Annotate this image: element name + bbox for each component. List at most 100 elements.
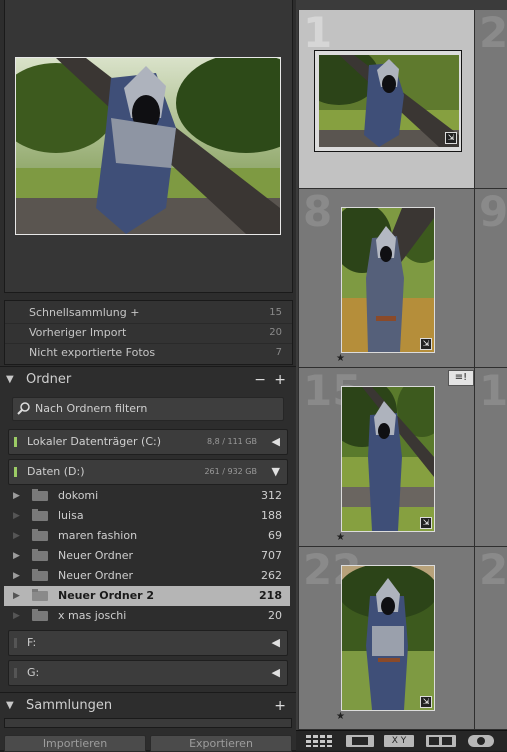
expand-triangle-icon: ▶ — [13, 531, 20, 541]
folder-icon — [32, 549, 48, 561]
folder-row[interactable]: ▶ Neuer Ordner 262 — [4, 566, 290, 586]
folder-row[interactable]: ▶ x mas joschi 20 — [4, 606, 290, 626]
photo-grid: 1 ⇲ 2 8 ⇲ ★ 9 15 ⇲ ★ 1 22 ⇲ ★ 2 ≡! — [296, 0, 507, 750]
thumbnail[interactable] — [341, 565, 435, 711]
expand-triangle-icon: ▶ — [13, 511, 20, 521]
catalog-item-previous-import[interactable]: Vorheriger Import 20 — [5, 323, 292, 344]
expand-triangle-icon: ▶ — [13, 591, 20, 601]
folder-count: 707 — [261, 549, 282, 562]
expand-triangle-icon[interactable]: ▶ — [13, 486, 20, 506]
catalog-item-count: 15 — [269, 307, 282, 318]
volume-data-d[interactable]: Daten (D:) 261 / 932 GB ▼ — [8, 459, 288, 485]
view-toolbar: X Y — [296, 730, 507, 751]
volume-status-indicator — [14, 467, 17, 477]
collapse-triangle-icon[interactable]: ▼ — [6, 693, 14, 719]
volume-local-disk-c[interactable]: Lokaler Datenträger (C:) 8,8 / 111 GB ◀ — [8, 429, 288, 455]
folder-name: Neuer Ordner — [58, 569, 133, 582]
expand-left-icon[interactable]: ◀ — [272, 661, 280, 685]
folder-row[interactable]: ▶ dokomi 312 — [4, 486, 290, 506]
catalog-item-quick-collection[interactable]: Schnellsammlung + 15 — [5, 303, 292, 324]
thumbnail[interactable] — [318, 54, 460, 148]
folders-panel-header[interactable]: ▼ Ordner − + — [0, 366, 296, 393]
edit-badge-icon[interactable]: ⇲ — [420, 338, 432, 350]
star-rating-icon[interactable]: ★ — [336, 711, 345, 722]
add-folder-icon[interactable]: + — [274, 367, 286, 393]
volume-f[interactable]: F: ◀ — [8, 630, 288, 656]
catalog-item-count: 7 — [275, 347, 282, 358]
catalog-panel: Schnellsammlung + 15 Vorheriger Import 2… — [4, 300, 293, 365]
folder-name: Neuer Ordner 2 — [58, 589, 155, 602]
catalog-item-label: Schnellsammlung + — [29, 306, 140, 319]
thumbnail[interactable] — [341, 386, 435, 532]
collections-list — [4, 718, 292, 728]
grid-cell[interactable]: 9 — [474, 189, 507, 368]
thumbnail-image — [342, 387, 434, 531]
folder-filter-input[interactable]: Nach Ordnern filtern — [12, 397, 284, 421]
grid-cell[interactable]: 15 ⇲ ★ — [298, 368, 475, 547]
folder-icon — [32, 589, 48, 601]
folder-icon — [32, 489, 48, 501]
catalog-item-label: Vorheriger Import — [29, 326, 127, 339]
grid-cell[interactable]: 16 — [474, 368, 507, 547]
expand-left-icon[interactable]: ◀ — [272, 430, 280, 454]
thumbnail[interactable] — [341, 207, 435, 353]
expand-triangle-icon[interactable]: ▶ — [13, 546, 20, 566]
remove-folder-icon[interactable]: − — [254, 367, 266, 393]
collections-panel-header[interactable]: ▼ Sammlungen + — [0, 692, 296, 719]
catalog-item-count: 20 — [269, 327, 282, 338]
volume-name: G: — [27, 666, 40, 679]
grid-cell-index: 8 — [303, 189, 333, 236]
grid-cell[interactable]: 2 — [474, 10, 507, 189]
import-button[interactable]: Importieren — [4, 735, 146, 752]
grid-cell-index: 2 — [479, 10, 507, 57]
volume-status-indicator — [14, 638, 17, 648]
grid-cell[interactable]: 2 — [474, 547, 507, 730]
folder-name: luisa — [58, 509, 84, 522]
grid-view-icon[interactable] — [306, 735, 334, 747]
folder-row[interactable]: ▶ luisa 188 — [4, 506, 290, 526]
export-button[interactable]: Exportieren — [150, 735, 292, 752]
navigator-panel — [4, 0, 293, 293]
volume-status-indicator — [14, 437, 17, 447]
grid-cell-index: 16 — [479, 368, 507, 415]
star-rating-icon[interactable]: ★ — [336, 353, 345, 364]
navigator-preview[interactable] — [15, 57, 281, 235]
star-rating-icon[interactable]: ★ — [336, 532, 345, 543]
flag-badge-icon[interactable]: ≡! — [448, 370, 474, 386]
thumbnail-image — [319, 55, 459, 147]
expand-triangle-icon[interactable]: ▶ — [13, 566, 20, 586]
grid-cell-selected[interactable]: 1 ⇲ — [298, 10, 475, 189]
expand-left-icon[interactable]: ◀ — [272, 631, 280, 655]
grid-cell[interactable]: 8 ⇲ ★ — [298, 189, 475, 368]
folder-row[interactable]: ▶ Neuer Ordner 707 — [4, 546, 290, 566]
loupe-view-icon[interactable] — [346, 735, 374, 747]
grid-cell[interactable]: 22 ⇲ ★ — [298, 547, 475, 730]
add-collection-icon[interactable]: + — [274, 693, 286, 719]
volume-g[interactable]: G: ◀ — [8, 660, 288, 686]
catalog-item-not-exported[interactable]: Nicht exportierte Fotos 7 — [5, 343, 292, 363]
folder-count: 188 — [261, 509, 282, 522]
collapse-down-icon[interactable]: ▼ — [272, 460, 280, 484]
folder-count: 312 — [261, 489, 282, 502]
edit-badge-icon[interactable]: ⇲ — [420, 696, 432, 708]
collapse-triangle-icon[interactable]: ▼ — [6, 367, 14, 393]
edit-badge-icon[interactable]: ⇲ — [445, 132, 457, 144]
folder-filter-placeholder: Nach Ordnern filtern — [35, 402, 148, 415]
people-view-icon[interactable] — [468, 735, 494, 747]
grid-cell-index: 2 — [479, 547, 507, 594]
folder-row-selected[interactable]: ▶ Neuer Ordner 2 218 — [4, 586, 290, 606]
folder-name: dokomi — [58, 489, 99, 502]
survey-view-icon[interactable] — [426, 735, 456, 747]
folder-row[interactable]: ▶ maren fashion 69 — [4, 526, 290, 546]
folder-count: 218 — [259, 589, 282, 602]
folder-icon — [32, 509, 48, 521]
expand-triangle-icon: ▶ — [13, 611, 20, 621]
grid-cell-index: 1 — [303, 10, 333, 57]
edit-badge-icon[interactable]: ⇲ — [420, 517, 432, 529]
folder-name: Neuer Ordner — [58, 549, 133, 562]
navigator-preview-image — [16, 58, 280, 234]
left-panel: Schnellsammlung + 15 Vorheriger Import 2… — [0, 0, 296, 752]
compare-view-icon[interactable]: X Y — [384, 735, 414, 747]
folder-icon — [32, 569, 48, 581]
folder-count: 262 — [261, 569, 282, 582]
